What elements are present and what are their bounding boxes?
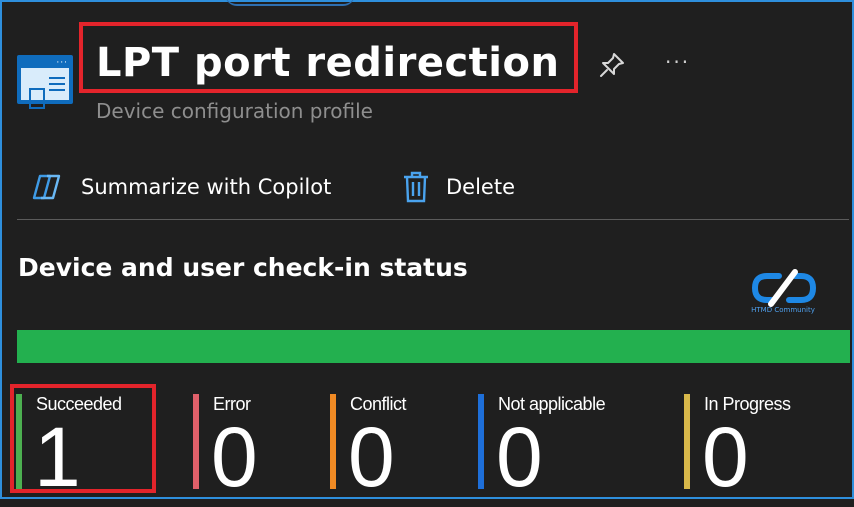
checkin-status-title: Device and user check-in status (18, 253, 468, 282)
copilot-button-label: Summarize with Copilot (81, 175, 332, 199)
stat-value: 0 (496, 410, 543, 504)
stat-color-bar (193, 394, 199, 489)
copilot-icon (32, 174, 61, 200)
checkin-progress-bar (17, 330, 850, 363)
stat-value: 0 (702, 410, 749, 504)
header-decoration (225, 0, 355, 6)
stat-value: 0 (211, 410, 258, 504)
summarize-copilot-button[interactable]: Summarize with Copilot (31, 170, 331, 204)
more-options-icon[interactable]: ··· (665, 50, 690, 74)
page-subtitle: Device configuration profile (96, 99, 373, 123)
succeeded-highlight-box (10, 384, 156, 493)
trash-icon (404, 171, 428, 203)
title-highlight-box (79, 22, 578, 93)
stat-value: 0 (348, 410, 395, 504)
stat-color-bar (330, 394, 336, 489)
progress-fill-succeeded (17, 330, 850, 363)
delete-button[interactable]: Delete (402, 170, 515, 204)
stat-color-bar (684, 394, 690, 489)
toolbar-divider (17, 219, 849, 220)
htmd-logo-text: HTMD Community (751, 306, 815, 314)
configuration-profile-icon: ··· (17, 55, 73, 109)
stat-color-bar (478, 394, 484, 489)
pin-icon[interactable] (597, 50, 627, 80)
delete-button-label: Delete (446, 175, 515, 199)
